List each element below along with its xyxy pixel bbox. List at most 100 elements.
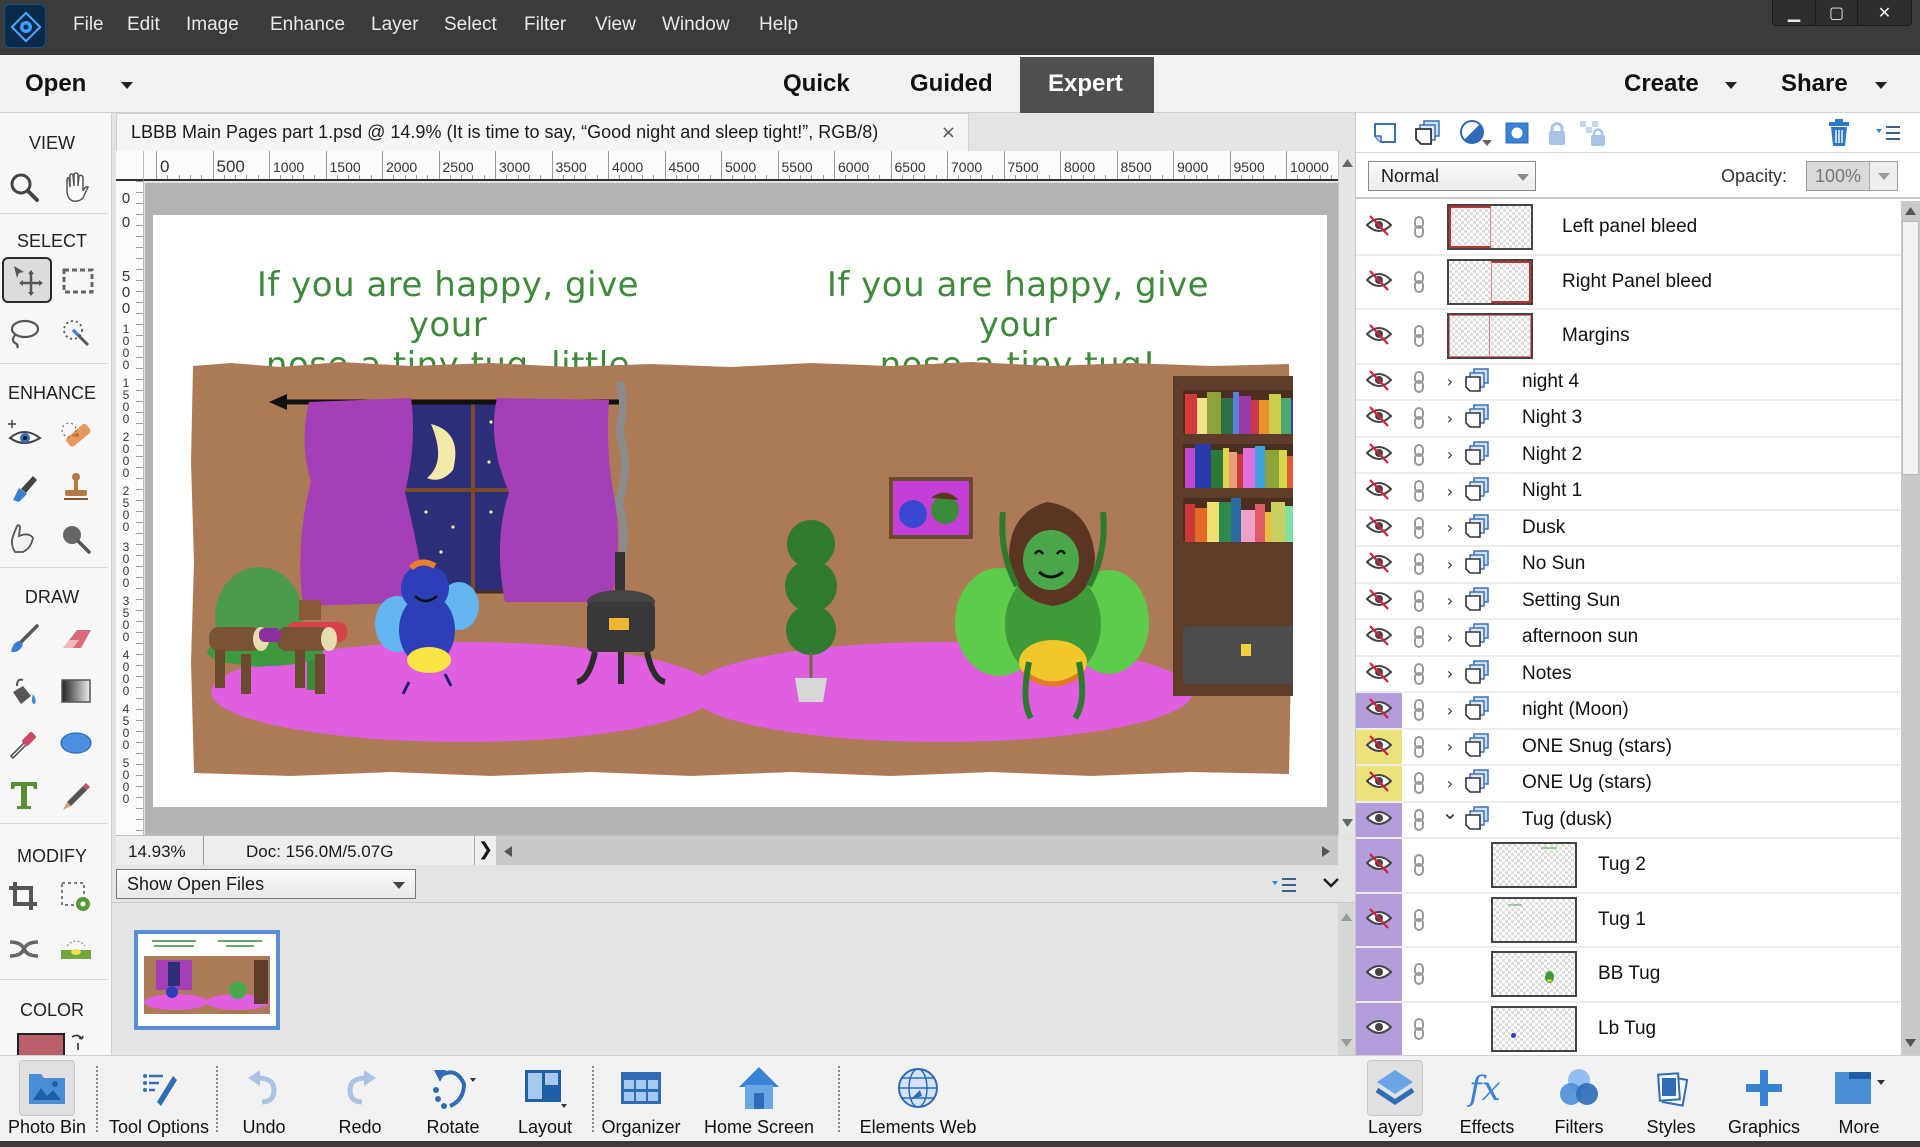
layer-visibility-toggle[interactable]	[1356, 1002, 1402, 1055]
link-icon[interactable]	[1406, 657, 1432, 692]
opacity-dropdown-button[interactable]	[1869, 162, 1897, 190]
layer-visibility-toggle[interactable]	[1356, 401, 1402, 436]
zoom-tool[interactable]	[0, 163, 48, 211]
redo-button[interactable]: Redo	[330, 1060, 390, 1142]
recompose-tool[interactable]	[52, 873, 100, 921]
quick-selection-tool[interactable]	[52, 309, 100, 357]
menu-view[interactable]: View	[595, 14, 636, 36]
create-button[interactable]: Create	[1624, 70, 1699, 98]
opacity-field[interactable]: 100%	[1806, 161, 1898, 191]
layer-thumbnail[interactable]	[1491, 1005, 1577, 1052]
chevron-right-icon[interactable]: ›	[1442, 620, 1458, 655]
canvas-area[interactable]: If you are happy, give your nose a tiny …	[145, 183, 1338, 835]
layer-thumbnail[interactable]	[1447, 204, 1533, 251]
menu-help[interactable]: Help	[759, 14, 798, 36]
swap-colors-icon[interactable]	[68, 1031, 88, 1055]
brush-tool[interactable]	[0, 615, 48, 663]
chevron-right-icon[interactable]: ›	[1442, 511, 1458, 546]
lasso-tool[interactable]	[0, 309, 48, 357]
type-tool[interactable]	[0, 771, 48, 819]
lock-all-icon[interactable]	[1546, 119, 1568, 147]
layer-thumbnail[interactable]	[1491, 842, 1577, 889]
close-document-icon[interactable]: ×	[941, 122, 956, 143]
delete-layer-icon[interactable]	[1826, 119, 1852, 147]
layers-scrollbar[interactable]	[1901, 201, 1920, 1055]
link-icon[interactable]	[1406, 766, 1432, 801]
scroll-up-icon[interactable]	[1905, 207, 1916, 215]
layer-visibility-toggle[interactable]	[1356, 201, 1402, 254]
layer-thumbnail[interactable]	[1447, 313, 1533, 360]
eyedropper-tool[interactable]	[0, 719, 48, 767]
link-icon[interactable]	[1406, 730, 1432, 765]
layer-visibility-toggle[interactable]	[1356, 437, 1402, 472]
layer-row[interactable]: › night (Moon)	[1356, 693, 1901, 730]
smart-brush-tool[interactable]	[0, 463, 48, 511]
menu-select[interactable]: Select	[444, 14, 497, 36]
pencil-tool[interactable]	[52, 771, 100, 819]
blend-mode-select[interactable]: Normal	[1368, 161, 1536, 191]
panel-options-menu-icon[interactable]	[1876, 125, 1902, 141]
home-screen-button[interactable]: Home Screen	[704, 1060, 814, 1142]
menu-window[interactable]: Window	[662, 14, 730, 36]
layers-scrollbar-thumb[interactable]	[1902, 221, 1919, 475]
layer-row[interactable]: Right Panel bleed	[1356, 255, 1901, 310]
app-logo[interactable]	[4, 4, 46, 48]
chevron-right-icon[interactable]: ›	[1442, 401, 1458, 436]
layer-visibility-toggle[interactable]	[1356, 948, 1402, 1001]
smudge-tool[interactable]	[0, 515, 48, 563]
rotate-button[interactable]: Rotate	[420, 1060, 486, 1142]
scroll-down-icon[interactable]	[1342, 819, 1353, 827]
layer-visibility-toggle[interactable]	[1356, 893, 1402, 946]
layer-visibility-toggle[interactable]	[1356, 620, 1402, 655]
layer-row[interactable]: › Notes	[1356, 656, 1901, 693]
maximize-button[interactable]: ▢	[1815, 0, 1857, 25]
layer-visibility-toggle[interactable]	[1356, 310, 1402, 363]
canvas-vertical-scrollbar[interactable]	[1338, 151, 1355, 835]
link-icon[interactable]	[1406, 438, 1432, 473]
layer-visibility-toggle[interactable]	[1356, 839, 1402, 892]
tool-options-button[interactable]: Tool Options	[104, 1060, 214, 1142]
layer-row[interactable]: Left panel bleed	[1356, 201, 1901, 256]
mode-tab-quick[interactable]: Quick	[783, 70, 850, 98]
open-dropdown-icon[interactable]	[121, 82, 133, 89]
layer-thumbnail[interactable]	[1491, 896, 1577, 943]
link-icon[interactable]	[1406, 839, 1432, 892]
layer-row[interactable]: › Night 3	[1356, 401, 1901, 438]
link-icon[interactable]	[1406, 693, 1432, 728]
layer-row[interactable]: Tug 1	[1356, 893, 1901, 948]
mode-tab-guided[interactable]: Guided	[910, 70, 993, 98]
layer-thumbnail[interactable]	[1491, 951, 1577, 998]
layer-row[interactable]: Lb Tug	[1356, 1002, 1901, 1055]
scroll-up-icon[interactable]	[1342, 159, 1353, 167]
menu-file[interactable]: File	[73, 14, 104, 36]
layer-row[interactable]: › Dusk	[1356, 510, 1901, 547]
mode-tab-expert[interactable]: Expert	[1020, 57, 1154, 113]
menu-edit[interactable]: Edit	[127, 14, 160, 36]
layer-visibility-toggle[interactable]	[1356, 255, 1402, 308]
effects-panel-button[interactable]: fx Effects	[1454, 1060, 1520, 1142]
sponge-tool[interactable]	[52, 515, 100, 563]
document-tab[interactable]: LBBB Main Pages part 1.psd @ 14.9% (It i…	[116, 113, 969, 151]
scroll-down-icon[interactable]	[1905, 1039, 1916, 1047]
link-icon[interactable]	[1406, 584, 1432, 619]
red-eye-tool[interactable]	[0, 411, 48, 459]
link-icon[interactable]	[1406, 803, 1432, 838]
canvas-horizontal-scrollbar[interactable]	[496, 836, 1338, 866]
menu-layer[interactable]: Layer	[371, 14, 419, 36]
layer-visibility-toggle[interactable]	[1356, 656, 1402, 691]
scroll-left-icon[interactable]	[504, 846, 512, 857]
link-icon[interactable]	[1406, 894, 1432, 947]
layer-row[interactable]: › Night 1	[1356, 474, 1901, 511]
clone-stamp-tool[interactable]	[52, 463, 100, 511]
organizer-button[interactable]: Organizer	[600, 1060, 682, 1142]
layer-row[interactable]: › afternoon sun	[1356, 620, 1901, 657]
chevron-right-icon[interactable]: ›	[1442, 584, 1458, 619]
layer-row[interactable]: › No Sun	[1356, 547, 1901, 584]
undo-button[interactable]: Undo	[234, 1060, 294, 1142]
create-dropdown-icon[interactable]	[1725, 82, 1737, 89]
lock-transparency-icon[interactable]	[1578, 119, 1608, 147]
scroll-up-icon[interactable]	[1341, 913, 1352, 921]
open-button[interactable]: Open	[25, 70, 86, 98]
ellipse-tool[interactable]	[52, 719, 100, 767]
layers-panel-button[interactable]: Layers	[1362, 1060, 1428, 1142]
